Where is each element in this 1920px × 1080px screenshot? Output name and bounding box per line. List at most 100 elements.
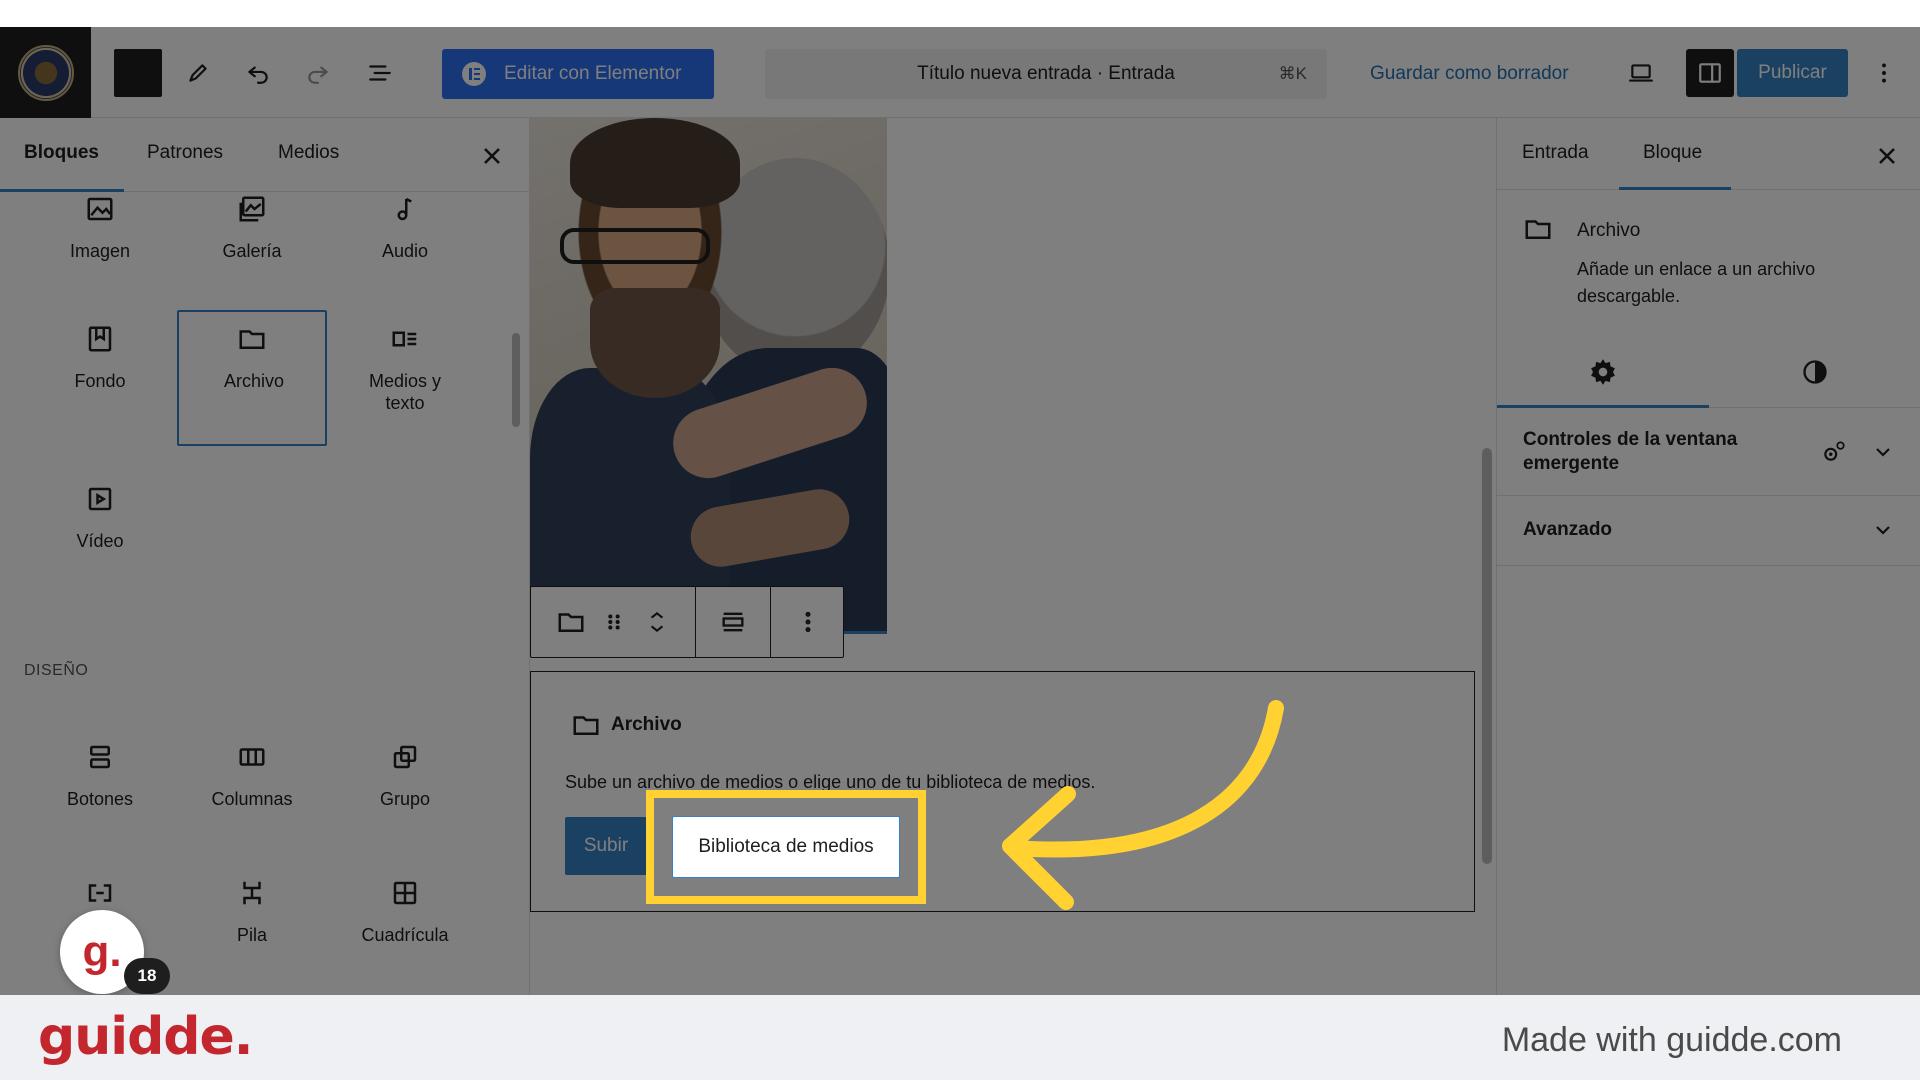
photo-glasses [560, 228, 710, 264]
close-editor-button[interactable] [114, 49, 162, 97]
document-title-bar[interactable]: Título nueva entrada · Entrada ⌘K [765, 49, 1327, 99]
command-shortcut: ⌘K [1278, 64, 1307, 83]
block-card-description: Añade un enlace a un archivo descargable… [1577, 259, 1816, 306]
inserter-tabs: Bloques Patrones Medios [0, 118, 529, 192]
edit-with-elementor-button[interactable]: Editar con Elementor [442, 49, 714, 99]
image-icon [85, 194, 115, 224]
drag-handle-icon [608, 614, 620, 630]
guidde-logo: guidde. [38, 1007, 254, 1067]
block-columns[interactable]: Columnas [177, 728, 327, 864]
file-folder-icon [558, 613, 584, 632]
photo-hair [570, 118, 740, 208]
tab-block-settings[interactable] [1583, 352, 1623, 392]
cover-icon [85, 324, 115, 354]
file-block-title: Archivo [571, 710, 682, 740]
site-logo[interactable] [0, 27, 91, 118]
settings-toggle-button[interactable] [1686, 49, 1734, 97]
tab-block[interactable]: Bloque [1643, 142, 1702, 164]
preview-button[interactable] [1617, 49, 1665, 97]
inserter-scrollbar[interactable] [512, 333, 520, 427]
site-seal-icon [17, 44, 74, 101]
block-label: Vídeo [76, 531, 124, 551]
tab-post[interactable]: Entrada [1522, 142, 1589, 164]
block-label: Medios y texto [368, 371, 442, 413]
block-buttons[interactable]: Botones [25, 728, 175, 864]
block-label: Grupo [379, 789, 431, 809]
undo-icon [248, 66, 268, 84]
undo-button[interactable] [234, 49, 282, 97]
chevron-up-down-icon [650, 611, 664, 633]
audio-icon [390, 194, 420, 224]
close-settings-button[interactable] [1873, 142, 1901, 170]
block-stack[interactable]: Pila [177, 864, 327, 995]
video-icon [85, 484, 115, 514]
pencil-icon [189, 64, 207, 82]
step-count-badge: 18 [124, 958, 170, 994]
redo-icon [308, 66, 328, 84]
block-video[interactable]: Vídeo [25, 470, 175, 606]
gallery-icon [237, 194, 267, 224]
active-tab-indicator [1619, 187, 1731, 190]
tab-block-styles[interactable] [1795, 352, 1835, 392]
image-block-hug-photo[interactable] [530, 118, 887, 634]
plugin-gears-icon [1821, 438, 1847, 464]
block-type-button[interactable] [551, 587, 591, 657]
redo-button[interactable] [294, 49, 342, 97]
block-media-text[interactable]: Medios y texto [330, 310, 480, 446]
section-design-heading: DISEÑO [24, 662, 89, 679]
tab-blocks[interactable]: Bloques [24, 142, 99, 164]
edit-with-elementor-label: Editar con Elementor [504, 63, 682, 84]
sidebar-toggle-icon [1699, 63, 1721, 83]
more-vertical-icon [805, 611, 811, 633]
list-view-icon [369, 65, 391, 81]
file-folder-icon [237, 324, 267, 354]
options-button[interactable] [1860, 49, 1908, 97]
pointer-arrow-icon [1002, 700, 1284, 910]
block-label: Imagen [69, 241, 131, 261]
block-options-button[interactable] [771, 587, 845, 657]
tab-media[interactable]: Medios [278, 142, 339, 164]
save-draft-button[interactable]: Guardar como borrador [1370, 49, 1569, 99]
tools-button[interactable] [174, 49, 222, 97]
settings-sidebar: Entrada Bloque Archivo Añade un enlace a… [1496, 118, 1920, 995]
block-label: Fondo [74, 371, 126, 391]
panel-title: Controles de la ventana emergente [1523, 429, 1738, 474]
guidde-letter: g. [82, 927, 122, 976]
footer-credit: Made with guidde.com [1501, 1021, 1842, 1059]
columns-icon [237, 742, 267, 772]
media-library-button[interactable]: Biblioteca de medios [672, 816, 900, 878]
close-icon [130, 65, 146, 81]
guidde-footer: guidde. Made with guidde.com [0, 995, 1920, 1080]
document-overview-button[interactable] [356, 49, 404, 97]
tab-patterns[interactable]: Patrones [147, 142, 223, 164]
publish-button[interactable]: Publicar [1737, 49, 1848, 97]
elementor-icon [462, 62, 486, 86]
stack-icon [237, 878, 267, 908]
block-label: Audio [381, 241, 429, 261]
block-grid[interactable]: Cuadrícula [330, 864, 480, 995]
block-settings-subtabs [1497, 336, 1920, 408]
block-card-title: Archivo [1577, 220, 1641, 241]
close-inserter-button[interactable] [478, 142, 506, 170]
block-label: Galería [222, 241, 282, 261]
file-folder-icon [573, 716, 599, 735]
block-cover[interactable]: Fondo [25, 310, 175, 446]
chevron-down-icon [1871, 440, 1895, 464]
document-title: Título nueva entrada · Entrada [917, 63, 1175, 84]
gear-icon [1591, 359, 1615, 385]
panel-advanced[interactable]: Avanzado [1497, 496, 1920, 566]
upload-button[interactable]: Subir [565, 817, 647, 875]
settings-tabs: Entrada Bloque [1497, 118, 1920, 190]
move-up-down-buttons[interactable] [637, 587, 677, 657]
block-group[interactable]: Grupo [330, 728, 480, 864]
panel-popup-controls[interactable]: Controles de la ventana emergente [1497, 408, 1920, 496]
more-vertical-icon [1882, 63, 1886, 83]
block-label: Columnas [211, 789, 293, 809]
canvas-scrollbar[interactable] [1482, 448, 1492, 864]
block-toolbar [530, 586, 844, 658]
block-file[interactable]: Archivo [177, 310, 327, 446]
drag-handle[interactable] [599, 587, 629, 657]
align-button[interactable] [696, 587, 770, 657]
active-tab-indicator [0, 189, 124, 192]
editor-header: Editar con Elementor Título nueva entrad… [0, 27, 1920, 118]
